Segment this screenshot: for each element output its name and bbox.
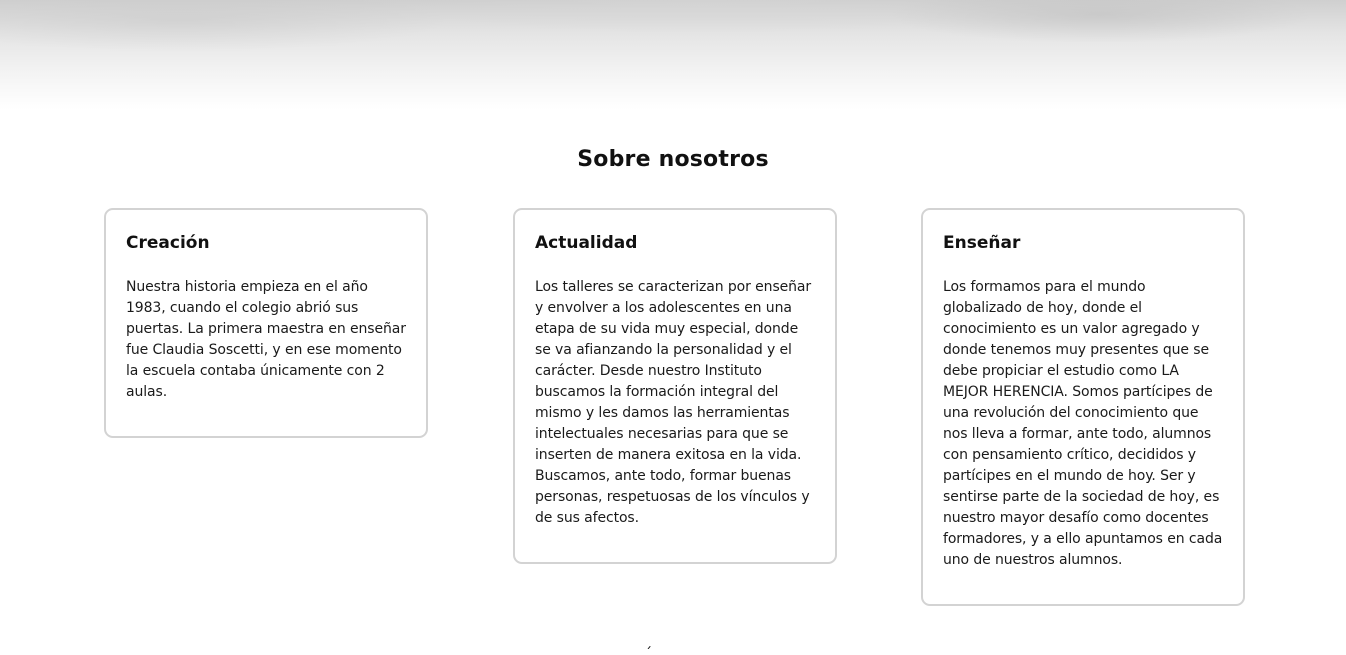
about-card-ensenar: Enseñar Los formamos para el mundo globa… <box>921 208 1245 606</box>
card-title: Actualidad <box>535 233 638 253</box>
card-title: Creación <box>126 233 210 253</box>
next-section-title-clipped: ´ <box>645 646 653 649</box>
hero-image-fade <box>0 0 1346 110</box>
section-title: Sobre nosotros <box>577 147 769 172</box>
card-title: Enseñar <box>943 233 1021 253</box>
card-text: Nuestra historia empieza en el año 1983,… <box>126 279 406 400</box>
card-text: Los talleres se caracterizan por enseñar… <box>535 279 812 526</box>
about-card-creacion: Creación Nuestra historia empieza en el … <box>104 208 428 438</box>
about-card-actualidad: Actualidad Los talleres se caracterizan … <box>513 208 837 564</box>
card-text: Los formamos para el mundo globalizado d… <box>943 279 1223 568</box>
